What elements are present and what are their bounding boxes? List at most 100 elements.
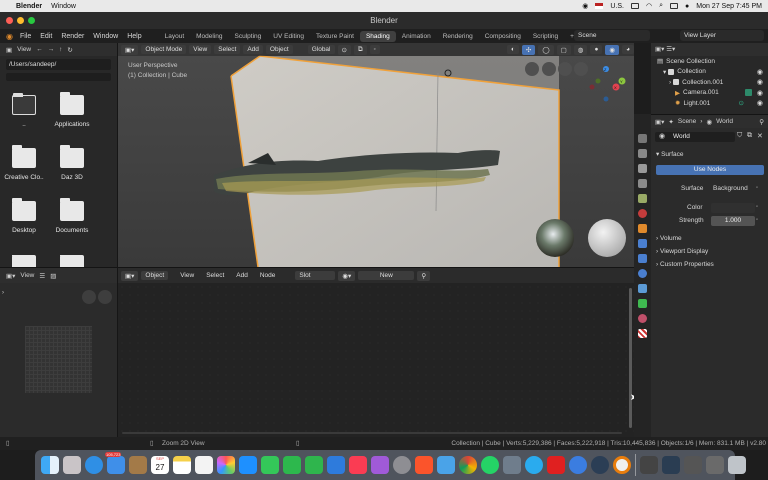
image-view-menu[interactable]: View (20, 272, 34, 279)
folder-desktop[interactable]: Desktop (0, 198, 48, 234)
shading-rendered-icon[interactable]: ◕ (622, 45, 634, 54)
blender-logo-icon[interactable]: ◉ (6, 32, 13, 41)
viewport-menu-add[interactable]: Add (243, 45, 263, 54)
launchpad-icon[interactable] (63, 456, 81, 474)
properties-panel[interactable]: ▣▾ ✦ Scene › ◉ World ⚲ World ◉ ⛉ ⧉ ✕ ▾ S… (651, 114, 768, 437)
uv-grid-preview[interactable] (25, 326, 92, 393)
app-store-icon[interactable] (239, 456, 257, 474)
mail-icon[interactable]: 105,723 (105, 452, 125, 474)
object-shader-type-dropdown[interactable]: Object (141, 271, 169, 280)
screen-record-icon[interactable]: ◉ (582, 2, 588, 10)
color-socket-icon[interactable]: ◦ (756, 204, 758, 210)
new-material-button[interactable]: New (358, 271, 415, 280)
downloads-stack-icon[interactable] (640, 456, 658, 474)
music-icon[interactable] (349, 456, 367, 474)
gizmo-neg-x-axis[interactable] (589, 84, 595, 90)
node-editor-canvas[interactable] (118, 283, 634, 438)
node-menu-view[interactable]: View (180, 272, 194, 279)
editor-type-button[interactable]: ▣▾ (121, 44, 139, 55)
nav-ortho-button[interactable] (574, 62, 588, 76)
tab-animation[interactable]: Animation (396, 31, 437, 42)
object-tab-icon[interactable] (638, 224, 647, 233)
gizmo-toggle-icon[interactable]: ✣ (521, 44, 536, 55)
datetime-label[interactable]: Mon 27 Sep 7:45 PM (696, 3, 762, 10)
hdri-preview-sphere[interactable] (536, 219, 574, 257)
input-source-label[interactable]: U.S. (610, 3, 624, 10)
camera-data-icon[interactable] (745, 89, 752, 97)
material-tab-icon[interactable] (638, 314, 647, 323)
checkbox-icon[interactable] (673, 79, 680, 86)
outliner-row-collection-001[interactable]: › Collection.001 ◉ (651, 77, 768, 88)
folder-creative-cloud[interactable]: Creative Clo.. (0, 145, 48, 181)
tab-shading[interactable]: Shading (359, 30, 396, 42)
trash-icon[interactable] (728, 456, 746, 474)
world-datablock-field[interactable]: World (655, 132, 735, 142)
keynote-icon[interactable] (327, 456, 345, 474)
particles-tab-icon[interactable] (638, 254, 647, 263)
output-tab-icon[interactable] (638, 164, 647, 173)
folder-partial[interactable] (0, 255, 48, 267)
menu-window[interactable]: Window (93, 33, 118, 40)
back-arrow-icon[interactable]: ← (36, 46, 43, 53)
editor-type-icon[interactable]: ▣▾ (6, 272, 15, 280)
scene-selector[interactable]: Scene (574, 30, 650, 41)
app-blue-icon[interactable] (569, 456, 587, 474)
facetime-icon[interactable] (283, 456, 301, 474)
white-preview-sphere[interactable] (588, 219, 626, 257)
menubar-app-name[interactable]: Blender (16, 3, 42, 10)
slot-dropdown[interactable]: Slot (295, 271, 336, 280)
strength-field[interactable]: 1.000 (711, 216, 755, 226)
volume-panel-header[interactable]: › Volume (656, 235, 682, 242)
breadcrumb-scene[interactable]: Scene (678, 118, 696, 125)
breadcrumb-world[interactable]: World (716, 118, 733, 125)
xray-icon[interactable]: ▢ (556, 44, 571, 55)
eye-icon[interactable]: ◉ (757, 89, 763, 97)
chrome-icon[interactable] (459, 456, 477, 474)
editor-type-icon[interactable]: ▣ (6, 46, 12, 54)
menu-render[interactable]: Render (61, 33, 84, 40)
physics-tab-icon[interactable] (638, 269, 647, 278)
folder-partial[interactable] (48, 255, 96, 267)
checkbox-icon[interactable] (668, 68, 675, 75)
texture-tab-icon[interactable] (638, 329, 647, 338)
node-menu-add[interactable]: Add (236, 272, 248, 279)
expand-arrow-icon[interactable]: › (669, 79, 671, 86)
collapse-arrow-icon[interactable]: › (2, 290, 4, 296)
minimize-window-button[interactable] (17, 17, 24, 24)
eye-icon[interactable]: ◉ (757, 99, 763, 107)
strength-socket-icon[interactable]: ◦ (756, 217, 758, 223)
nav-pan-button[interactable] (542, 62, 556, 76)
image-browse-icon[interactable]: ▨ (50, 272, 56, 280)
battery-icon[interactable] (630, 3, 639, 9)
folder-parent[interactable]: .. (0, 93, 48, 128)
acrobat-icon[interactable] (547, 456, 565, 474)
custom-properties-panel-header[interactable]: › Custom Properties (656, 261, 714, 268)
shader-node-editor[interactable]: ▣▾ Object View Select Add Node Slot ◉▾ N… (82, 267, 638, 438)
siri-icon[interactable]: ● (685, 3, 689, 10)
file-browser-view-menu[interactable]: View (17, 46, 31, 53)
wifi-icon[interactable]: ◠ (646, 2, 652, 10)
close-window-button[interactable] (6, 17, 13, 24)
gizmo-neg-y-axis[interactable] (595, 78, 601, 84)
use-nodes-button[interactable]: Use Nodes (656, 165, 764, 175)
world-tab-icon[interactable] (638, 209, 647, 218)
whatsapp-icon[interactable] (481, 456, 499, 474)
filename-field[interactable] (6, 73, 111, 81)
proportional-edit-icon[interactable]: ◦ (369, 45, 380, 54)
control-center-icon[interactable] (670, 3, 678, 9)
preview-icon[interactable] (503, 456, 521, 474)
menu-hamburger-icon[interactable]: ☰ (39, 272, 45, 280)
recent-stack-icon[interactable] (662, 456, 680, 474)
shading-solid-icon[interactable]: ● (590, 45, 603, 54)
tab-layout[interactable]: Layout (159, 31, 191, 42)
view-layer-tab-icon[interactable] (638, 179, 647, 188)
viewport-menu-select[interactable]: Select (214, 45, 241, 54)
refresh-icon[interactable]: ↻ (67, 46, 72, 54)
finder-icon[interactable] (41, 456, 59, 474)
scrollbar-horizontal[interactable] (122, 432, 622, 434)
telegram-icon[interactable] (525, 456, 543, 474)
photos-icon[interactable] (217, 456, 235, 474)
nav-camera-button[interactable] (558, 62, 572, 76)
spotlight-icon[interactable]: ⌕ (659, 2, 663, 10)
viewport-scene[interactable]: Z Y X (118, 43, 634, 267)
